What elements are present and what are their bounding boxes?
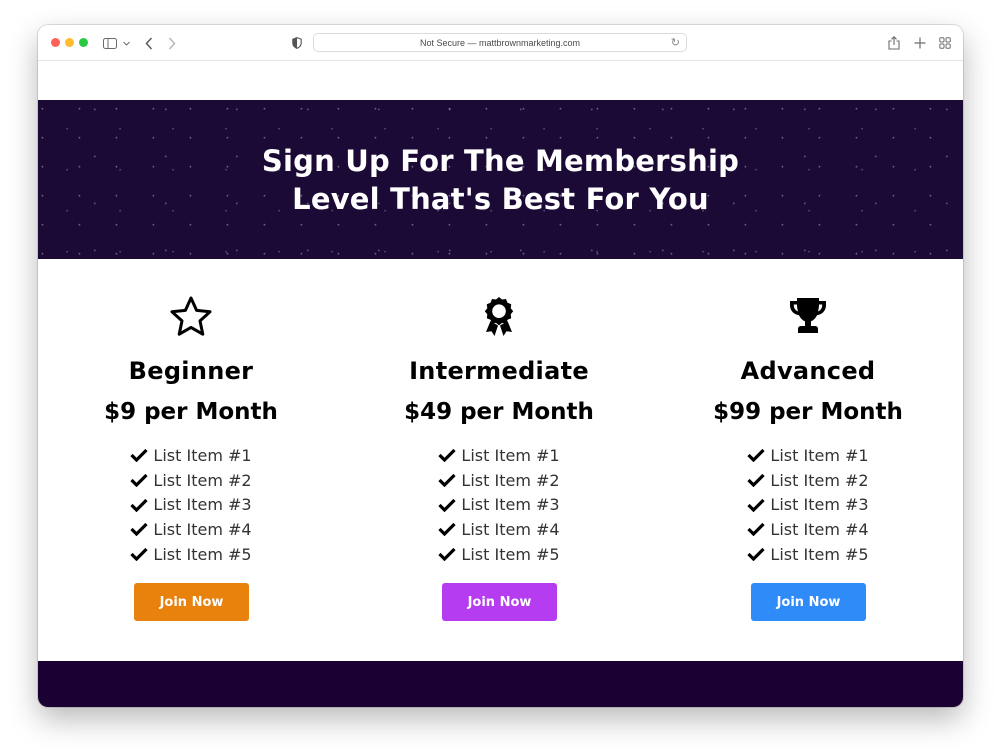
browser-toolbar: Not Secure — mattbrownmarketing.com ↻ bbox=[38, 25, 963, 61]
check-icon bbox=[438, 523, 457, 537]
feature-list: List Item #1 List Item #2 List Item #3 L… bbox=[678, 443, 938, 566]
minimize-window-button[interactable] bbox=[65, 38, 74, 47]
page-footer bbox=[38, 661, 963, 707]
check-icon bbox=[438, 473, 457, 488]
star-icon bbox=[169, 295, 213, 339]
chevron-down-icon[interactable] bbox=[122, 34, 130, 52]
join-now-button-beginner[interactable]: Join Now bbox=[134, 583, 249, 621]
feature-text: List Item #4 bbox=[770, 519, 869, 539]
tab-overview-icon[interactable] bbox=[938, 34, 952, 52]
feature-text: List Item #5 bbox=[153, 544, 252, 564]
plan-name: Intermediate bbox=[409, 357, 589, 385]
feature-item: List Item #1 bbox=[678, 443, 938, 468]
hero-title: Sign Up For The Membership Level That's … bbox=[261, 143, 740, 216]
join-now-button-intermediate[interactable]: Join Now bbox=[442, 583, 557, 621]
feature-text: List Item #5 bbox=[461, 544, 560, 564]
feature-text: List Item #3 bbox=[770, 495, 869, 515]
check-icon bbox=[130, 523, 149, 537]
check-icon bbox=[130, 473, 149, 488]
feature-item: List Item #1 bbox=[369, 443, 629, 468]
check-icon bbox=[747, 473, 766, 488]
check-icon bbox=[130, 547, 149, 562]
check-icon bbox=[130, 449, 149, 463]
feature-item: List Item #3 bbox=[369, 492, 629, 517]
feature-item: List Item #4 bbox=[61, 517, 321, 542]
check-icon bbox=[438, 547, 457, 562]
plan-price: $49 per Month bbox=[404, 399, 594, 425]
feature-text: List Item #2 bbox=[461, 470, 560, 490]
check-icon bbox=[747, 523, 766, 537]
plan-price: $99 per Month bbox=[713, 399, 903, 425]
feature-text: List Item #2 bbox=[770, 470, 869, 490]
plan-name: Advanced bbox=[740, 357, 876, 385]
address-bar[interactable]: Not Secure — mattbrownmarketing.com ↻ bbox=[313, 33, 687, 52]
feature-item: List Item #2 bbox=[61, 468, 321, 493]
back-icon[interactable] bbox=[143, 34, 155, 52]
close-window-button[interactable] bbox=[51, 38, 60, 47]
feature-text: List Item #4 bbox=[461, 519, 560, 539]
sidebar-icon[interactable] bbox=[102, 34, 118, 52]
feature-text: List Item #1 bbox=[770, 445, 869, 465]
feature-text: List Item #3 bbox=[461, 495, 560, 515]
feature-list: List Item #1 List Item #2 List Item #3 L… bbox=[61, 443, 321, 566]
feature-item: List Item #3 bbox=[678, 492, 938, 517]
address-text: Not Secure — mattbrownmarketing.com bbox=[419, 37, 581, 48]
feature-text: List Item #2 bbox=[153, 470, 252, 490]
feature-item: List Item #5 bbox=[678, 542, 938, 567]
hero-banner: Sign Up For The Membership Level That's … bbox=[38, 100, 963, 259]
reload-icon[interactable]: ↻ bbox=[671, 36, 680, 49]
check-icon bbox=[747, 498, 766, 512]
check-icon bbox=[747, 547, 766, 562]
feature-item: List Item #3 bbox=[61, 492, 321, 517]
page-content: Sign Up For The Membership Level That's … bbox=[38, 61, 963, 707]
feature-item: List Item #2 bbox=[369, 468, 629, 493]
trophy-icon bbox=[786, 295, 830, 339]
plan-name: Beginner bbox=[128, 357, 254, 385]
feature-item: List Item #2 bbox=[678, 468, 938, 493]
feature-text: List Item #5 bbox=[770, 544, 869, 564]
zoom-window-button[interactable] bbox=[79, 38, 88, 47]
new-tab-icon[interactable] bbox=[913, 34, 927, 52]
feature-text: List Item #1 bbox=[461, 445, 560, 465]
feature-text: List Item #3 bbox=[153, 495, 252, 515]
feature-item: List Item #1 bbox=[61, 443, 321, 468]
pricing-plans: Beginner $9 per Month List Item #1 List … bbox=[38, 259, 963, 661]
forward-icon[interactable] bbox=[166, 34, 178, 52]
plan-price: $9 per Month bbox=[104, 399, 278, 425]
feature-item: List Item #5 bbox=[61, 542, 321, 567]
feature-text: List Item #4 bbox=[153, 519, 252, 539]
check-icon bbox=[130, 498, 149, 512]
feature-text: List Item #1 bbox=[153, 445, 252, 465]
feature-item: List Item #4 bbox=[678, 517, 938, 542]
check-icon bbox=[438, 449, 457, 463]
share-icon[interactable] bbox=[887, 34, 901, 52]
check-icon bbox=[747, 449, 766, 463]
feature-item: List Item #5 bbox=[369, 542, 629, 567]
feature-list: List Item #1 List Item #2 List Item #3 L… bbox=[369, 443, 629, 566]
shield-icon[interactable] bbox=[291, 34, 303, 52]
join-now-button-advanced[interactable]: Join Now bbox=[751, 583, 866, 621]
feature-item: List Item #4 bbox=[369, 517, 629, 542]
award-ribbon-icon bbox=[477, 295, 521, 339]
browser-window: Not Secure — mattbrownmarketing.com ↻ Si… bbox=[38, 25, 963, 707]
check-icon bbox=[438, 498, 457, 512]
